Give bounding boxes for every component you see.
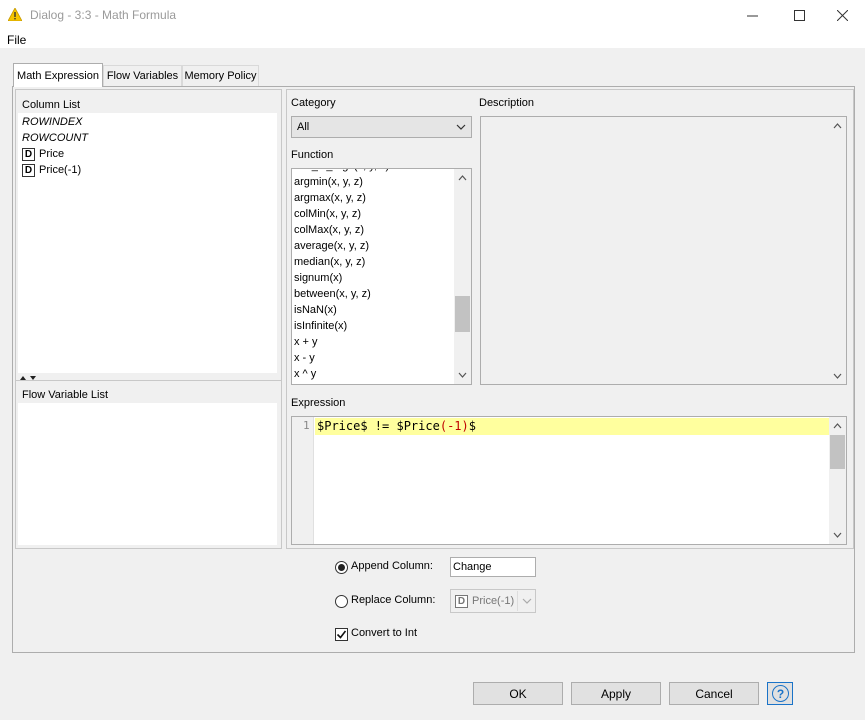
function-item[interactable]: colMin(x, y, z)	[294, 208, 456, 224]
tab-memory-policy[interactable]: Memory Policy	[182, 65, 259, 86]
category-label: Category	[291, 97, 336, 109]
scroll-thumb[interactable]	[830, 435, 845, 469]
expression-label: Expression	[291, 397, 346, 409]
function-item[interactable]: colMax(x, y, z)	[294, 224, 456, 240]
flow-variable-list-title: Flow Variable List	[22, 389, 108, 401]
replace-column-select[interactable]: D Price(-1)	[450, 589, 536, 613]
function-item[interactable]: argmin(x, y, z)	[294, 176, 456, 192]
splitter-handle[interactable]	[15, 375, 282, 381]
line-gutter: 1	[292, 417, 314, 544]
convert-to-int-checkbox[interactable]	[335, 628, 348, 641]
close-button[interactable]	[819, 0, 865, 30]
scroll-down-icon[interactable]	[458, 372, 467, 378]
column-list-title: Column List	[22, 99, 81, 111]
column-item-label: Price	[39, 148, 65, 160]
help-icon: ?	[772, 685, 789, 702]
scroll-up-icon[interactable]	[833, 423, 842, 429]
expr-token: $Price$	[317, 419, 368, 433]
chevron-down-icon	[522, 598, 532, 604]
ok-button[interactable]: OK	[473, 682, 563, 705]
function-items: min_in_args(x, y, z) argmin(x, y, z) arg…	[292, 169, 456, 384]
function-item[interactable]: between(x, y, z)	[294, 288, 456, 304]
append-column-value: Change	[453, 561, 492, 573]
scroll-down-icon[interactable]	[833, 373, 842, 379]
radio-selected-dot	[338, 564, 345, 571]
close-icon	[836, 9, 848, 21]
splitter-arrows-icon	[20, 376, 36, 380]
function-item[interactable]: x ^ y	[294, 368, 456, 384]
function-item[interactable]: average(x, y, z)	[294, 240, 456, 256]
expr-token: $Price	[396, 419, 440, 433]
window-title: Dialog - 3:3 - Math Formula	[30, 8, 177, 22]
expr-token: !=	[367, 419, 397, 433]
append-column-label: Append Column:	[351, 560, 433, 572]
expr-paren: )	[461, 419, 469, 433]
convert-to-int-label: Convert to Int	[351, 627, 418, 639]
replace-column-radio[interactable]	[335, 595, 348, 608]
title-bar: Dialog - 3:3 - Math Formula	[0, 0, 865, 30]
function-item[interactable]: isInfinite(x)	[294, 320, 456, 336]
expression-scrollbar[interactable]	[829, 417, 846, 544]
description-label: Description	[479, 97, 535, 109]
expr-token: -1	[447, 419, 462, 433]
replace-column-value: Price(-1)	[472, 595, 515, 607]
tab-math-expression[interactable]: Math Expression	[13, 63, 103, 87]
minimize-button[interactable]	[729, 0, 775, 30]
checkmark-icon	[336, 630, 347, 639]
line-number: 1	[303, 419, 310, 432]
cancel-button[interactable]: Cancel	[669, 682, 759, 705]
flow-variable-list[interactable]	[18, 403, 277, 545]
scroll-up-icon[interactable]	[833, 123, 842, 129]
function-item[interactable]: signum(x)	[294, 272, 456, 288]
category-select[interactable]: All	[291, 116, 472, 138]
warning-triangle-icon	[8, 8, 22, 21]
column-item-price-1[interactable]: D Price(-1)	[22, 162, 81, 178]
description-scrollbar[interactable]	[829, 117, 846, 384]
function-list[interactable]: min_in_args(x, y, z) argmin(x, y, z) arg…	[291, 168, 472, 385]
column-item-label: Price(-1)	[39, 164, 82, 176]
scroll-up-icon[interactable]	[458, 175, 467, 181]
function-item[interactable]: min_in_args(x, y, z)	[294, 169, 456, 176]
function-item[interactable]: x + y	[294, 336, 456, 352]
menu-bar: File	[0, 30, 865, 48]
dropdown-button[interactable]	[517, 591, 535, 611]
function-scrollbar[interactable]	[454, 169, 471, 384]
minimize-icon	[746, 15, 758, 16]
category-value: All	[297, 121, 310, 133]
maximize-button[interactable]	[776, 0, 822, 30]
expr-paren: (	[439, 419, 448, 433]
double-type-icon: D	[455, 595, 468, 608]
double-type-icon: D	[22, 147, 35, 161]
expr-token: $	[468, 419, 476, 433]
expression-editor[interactable]: 1 $Price$ != $Price(-1)$	[291, 416, 847, 545]
double-type-icon: D	[22, 163, 35, 177]
chevron-down-icon	[456, 124, 466, 130]
function-item[interactable]: x - y	[294, 352, 456, 368]
append-column-input[interactable]: Change	[450, 557, 536, 577]
function-item[interactable]: argmax(x, y, z)	[294, 192, 456, 208]
expression-text[interactable]: $Price$ != $Price(-1)$	[317, 419, 476, 433]
function-item[interactable]: median(x, y, z)	[294, 256, 456, 272]
scroll-down-icon[interactable]	[833, 532, 842, 538]
append-column-radio[interactable]	[335, 561, 348, 574]
replace-column-label: Replace Column:	[351, 594, 436, 606]
scroll-thumb[interactable]	[455, 296, 470, 332]
function-item[interactable]: isNaN(x)	[294, 304, 456, 320]
column-item-rowcount[interactable]: ROWCOUNT	[22, 130, 88, 146]
column-item-rowindex[interactable]: ROWINDEX	[22, 114, 83, 130]
help-button[interactable]: ?	[767, 682, 793, 705]
column-item-price[interactable]: D Price	[22, 146, 64, 162]
function-label: Function	[291, 149, 334, 161]
apply-button[interactable]: Apply	[571, 682, 661, 705]
maximize-icon	[793, 9, 805, 21]
tab-flow-variables[interactable]: Flow Variables	[103, 65, 182, 86]
menu-file[interactable]: File	[7, 33, 26, 47]
description-area[interactable]	[480, 116, 847, 385]
